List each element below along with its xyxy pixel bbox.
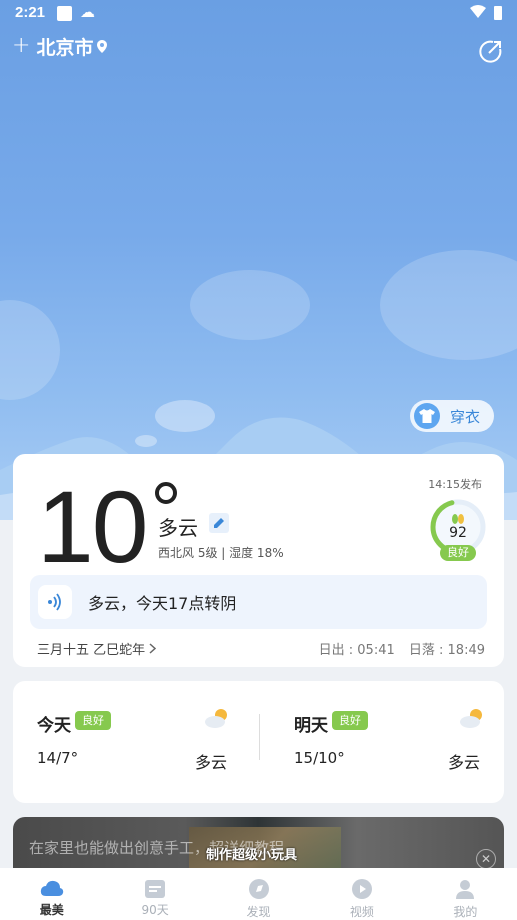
wifi-icon (470, 5, 486, 18)
partly-cloudy-icon (460, 709, 482, 728)
partly-cloudy-icon (205, 709, 227, 728)
sunset-time: 日落 : 18:49 (408, 643, 485, 658)
status-time: 2:21 (15, 4, 46, 21)
nav-item-home[interactable]: 最美 (0, 868, 103, 920)
voice-broadcast-icon[interactable] (38, 585, 72, 619)
share-icon[interactable] (479, 39, 503, 63)
user-icon (456, 880, 475, 899)
day-condition: 多云 (195, 753, 228, 772)
clothing-label: 穿衣 (450, 407, 481, 426)
ad-overlay-text: 制作超级小玩具 (206, 848, 298, 863)
forecast-summary: 多云，今天17点转阴 (88, 594, 237, 613)
nav-item-90days[interactable]: 90天 (103, 868, 206, 920)
status-bar: 2:21 ☁ (0, 0, 517, 28)
shirt-icon (414, 403, 440, 429)
close-icon[interactable]: ✕ (476, 849, 496, 869)
city-selector[interactable]: + 北京市 (12, 33, 108, 59)
city-name: 北京市 (36, 36, 94, 59)
degree-symbol (155, 482, 177, 504)
chevron-right-icon (149, 643, 157, 654)
publish-time: 14:15发布 (428, 478, 482, 491)
nav-item-discover[interactable]: 发现 (207, 868, 310, 920)
aqi-badge: 良好 (332, 711, 368, 730)
nav-item-video[interactable]: 视频 (310, 868, 413, 920)
daily-forecast-card[interactable]: 今天 良好 14/7° 多云 明天 良好 15/10° 多云 (13, 681, 504, 803)
battery-icon (494, 6, 502, 20)
aqi-badge: 良好 (75, 711, 111, 730)
nav-label: 90天 (141, 903, 169, 917)
divider (259, 714, 260, 760)
add-city-icon[interactable]: + (12, 35, 30, 57)
edit-icon[interactable] (209, 513, 229, 533)
sunrise-time: 日出 : 05:41 (318, 643, 395, 658)
tomorrow-forecast[interactable]: 明天 良好 15/10° 多云 (270, 681, 490, 803)
nav-label: 发现 (246, 905, 271, 919)
compass-icon (248, 879, 269, 899)
notification-icon (57, 6, 72, 21)
cloud-status-icon: ☁ (80, 4, 95, 21)
aqi-label: 良好 (440, 545, 476, 561)
sun-times: 日出 : 05:41 日落 : 18:49 (309, 639, 485, 658)
bottom-nav: 最美 90天 发现 视频 我的 (0, 868, 517, 920)
forecast-summary-banner[interactable]: 多云，今天17点转阴 (30, 575, 487, 629)
aqi-value: 92 (449, 525, 467, 541)
cloud-icon (40, 880, 63, 896)
leaf-icon (452, 514, 464, 524)
calendar-icon (145, 880, 166, 898)
clothing-advice-button[interactable]: 穿衣 (410, 400, 494, 432)
today-forecast[interactable]: 今天 良好 14/7° 多云 (13, 681, 233, 803)
day-title: 今天 (37, 716, 71, 736)
sky-background (0, 0, 517, 520)
nav-label: 视频 (349, 905, 374, 919)
current-weather-card[interactable]: 10 多云 西北风 5级 | 湿度 18% 14:15发布 92 良好 多云，今… (13, 454, 504, 667)
current-condition: 多云 (158, 516, 198, 540)
current-temperature: 10 (37, 470, 148, 584)
nav-item-profile[interactable]: 我的 (414, 868, 517, 920)
location-pin-icon (97, 39, 108, 53)
nav-label: 最美 (39, 903, 64, 917)
day-temp-range: 14/7° (37, 749, 79, 767)
day-title: 明天 (294, 716, 328, 736)
nav-label: 我的 (453, 905, 478, 919)
lunar-date-link[interactable]: 三月十五 乙巳蛇年 (37, 639, 157, 658)
wind-humidity: 西北风 5级 | 湿度 18% (158, 546, 284, 560)
day-condition: 多云 (448, 753, 481, 772)
play-icon (351, 879, 372, 899)
lunar-date: 三月十五 乙巳蛇年 (37, 643, 146, 658)
day-temp-range: 15/10° (294, 749, 345, 767)
